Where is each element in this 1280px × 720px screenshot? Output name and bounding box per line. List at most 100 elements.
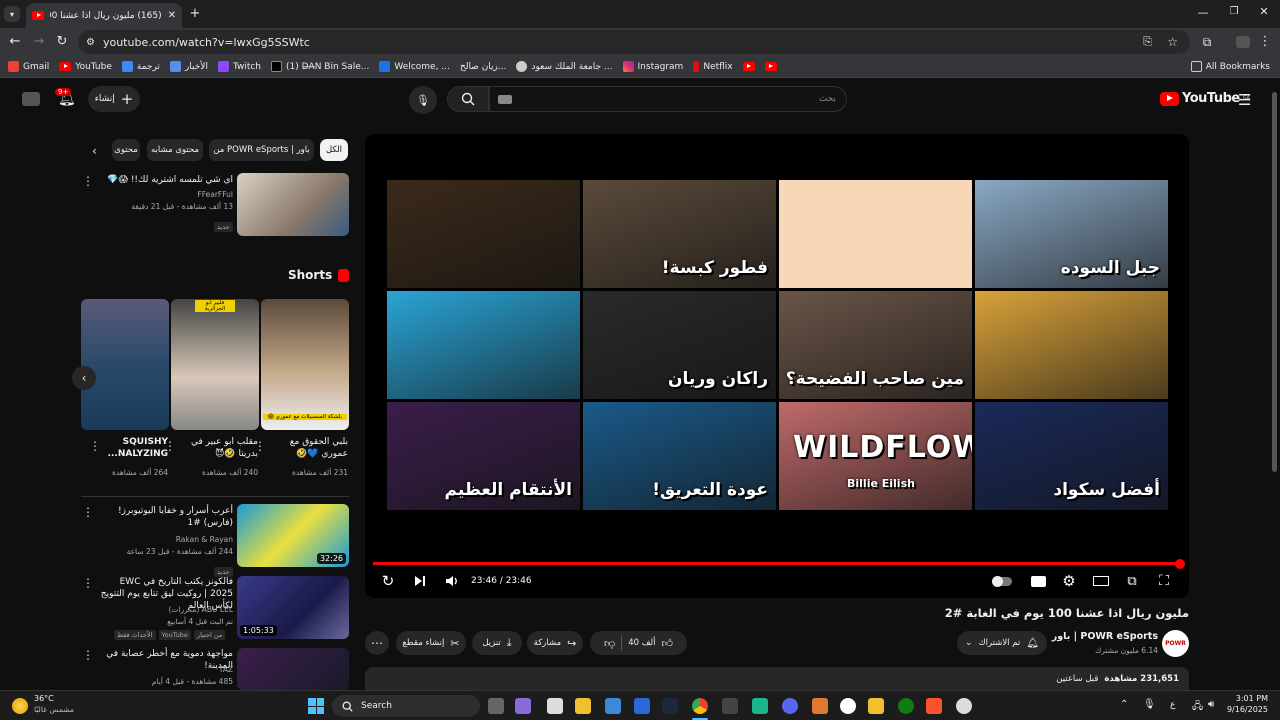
clip-button[interactable]: إنشاء مقطع ✂ [396,631,466,655]
bookmark-star-icon[interactable]: ☆ [1167,35,1178,49]
replay-icon[interactable]: ↻ [379,572,397,590]
bookmark-welcome[interactable]: Welcome, ... [379,61,450,72]
related-channel[interactable]: TAZ [100,664,233,675]
more-options-icon[interactable]: ⋮ [89,439,101,453]
app-icon[interactable] [547,698,563,714]
related-thumbnail[interactable]: 1:05:33 [237,576,349,639]
mic-icon[interactable]: 🎙︎ [1143,699,1156,710]
steam-icon[interactable] [662,698,678,714]
cast-icon[interactable]: ⧉ [1123,572,1141,590]
minimize-icon[interactable]: — [1196,6,1210,19]
forward-icon[interactable]: → [32,34,46,49]
end-screen-tile[interactable] [975,291,1168,399]
new-tab-icon[interactable]: + [188,6,202,21]
related-title[interactable]: اي شي تلمسه اشتريه لك!! 😱💎 [100,174,233,186]
related-channel[interactable]: FFearFFul [100,189,233,200]
clock-time[interactable]: 3:01 PM [1228,694,1268,703]
search-input[interactable]: بحث [489,86,847,112]
related-channel[interactable]: Rakan & Rayan [100,534,233,545]
search-button[interactable] [447,86,489,112]
short-title-1[interactable]: بلبي الحقوق مع عموري 💙🤣 [270,436,348,460]
download-button[interactable]: تنزيل ⤓ [472,631,522,655]
back-icon[interactable]: ← [8,34,22,49]
end-screen-tile[interactable]: عودة التعريق! [583,402,776,510]
autoplay-toggle[interactable] [991,572,1013,590]
restore-icon[interactable]: ❐ [1228,5,1240,17]
more-options-icon[interactable]: ⋮ [82,174,94,188]
short-thumbnail-2[interactable]: فلبير ابو الجزائرية [171,299,259,430]
bookmark-translate[interactable]: ترجمة [121,61,160,72]
fullscreen-icon[interactable]: ⛶ [1155,572,1173,590]
all-bookmarks[interactable]: All Bookmarks [1190,61,1270,72]
extensions-icon[interactable]: ⧉ [1200,35,1214,50]
filter-chip-all[interactable]: الكل [320,139,348,161]
like-icon[interactable]: 👍︎ [661,637,673,650]
chrome-icon[interactable] [692,698,708,714]
windows-start-icon[interactable] [308,698,324,714]
more-options-icon[interactable]: ⋮ [82,648,94,662]
file-explorer-icon[interactable] [575,698,591,714]
bookmark-ksu[interactable]: جامعة الملك سعود ... [516,61,613,72]
end-screen-tile[interactable]: مين صاحب الفضيحة؟ [779,291,972,399]
end-screen-tile[interactable]: جبل السوده [975,180,1168,288]
language-indicator[interactable]: ع [1170,700,1175,710]
related-thumbnail[interactable] [237,173,349,236]
bookmark-netflix[interactable]: Netflix [693,61,733,72]
theater-mode-icon[interactable] [1092,572,1110,590]
app-icon[interactable] [722,698,738,714]
bookmark-gmail[interactable]: Gmail [8,61,49,72]
task-view-icon[interactable] [488,698,504,714]
subscribed-button[interactable]: ⌄ تم الاشتراك 🔔︎ [957,631,1047,655]
filter-chip-content[interactable]: محتوى [112,139,140,161]
shorts-prev-button[interactable]: ‹ [72,366,96,390]
filter-chip-similar[interactable]: محتوى مشابه [147,139,203,161]
bookmark-yt-3[interactable] [764,62,777,71]
reload-icon[interactable]: ↻ [55,34,69,49]
end-screen-tile[interactable]: الأنتقام العظيم [387,402,580,510]
app-icon[interactable] [956,698,972,714]
volume-icon[interactable] [443,572,461,590]
description-box[interactable]: 231,651 مشاهدة قبل ساعتين [365,667,1189,690]
network-icon[interactable]: 🖧︎ [1192,699,1203,716]
short-title-3[interactable]: SQUISHY NALYZING... [100,436,168,460]
app-icon[interactable] [752,698,768,714]
page-scrollbar[interactable] [1270,78,1280,690]
end-screen-tile[interactable]: راكان وريان [583,291,776,399]
related-thumbnail[interactable]: 32:26 [237,504,349,567]
video-player[interactable]: فطور كبسة! جبل السوده راكان وريان مين صاحب … [365,134,1189,598]
close-tab-icon[interactable]: ✕ [168,10,176,21]
related-title[interactable]: أعرب أسرار و خفايا اليوتيوبرز! (فارس) #1 [100,505,233,529]
create-button[interactable]: إنشاء + [88,86,140,112]
short-thumbnail-1[interactable]: بلشكة السسبيلات مع عموري 😱 [261,299,349,430]
taskbar-search[interactable]: Search [332,695,480,717]
filter-chip-channel[interactable]: من POWR eSports | باور [209,139,314,161]
chevron-left-icon[interactable]: ‹ [92,144,97,158]
more-options-icon[interactable]: ⋮ [82,505,94,519]
bookmark-youtube[interactable]: YouTube [59,62,112,72]
photos-icon[interactable] [605,698,621,714]
youtube-logo[interactable]: YouTube SA [1160,91,1250,106]
discord-icon[interactable] [782,698,798,714]
progress-knob[interactable] [1175,558,1185,569]
brave-icon[interactable] [926,698,942,714]
bookmark-twitch[interactable]: Twitch [217,61,261,72]
share-button[interactable]: مشاركة ↪ [527,631,583,655]
end-screen-tile[interactable] [387,291,580,399]
bookmark-news[interactable]: الأخبار [169,61,208,72]
subtitles-icon[interactable] [1029,572,1047,590]
progress-bar[interactable] [373,558,1185,569]
bookmark-instagram[interactable]: Instagram [622,61,683,72]
end-screen-tile[interactable] [779,180,972,288]
browser-tab-active[interactable]: (165) مليون ريال اذا عشنا 100 يو ✕ [26,3,182,28]
weather-temp[interactable]: 36°C [34,694,54,703]
like-count[interactable]: 40 ألف [628,638,655,648]
app-icon[interactable] [812,698,828,714]
keyboard-icon[interactable] [498,95,512,104]
tray-chevron-up-icon[interactable]: ⌃ [1120,699,1128,710]
speaker-icon[interactable]: 🔊︎ [1208,699,1214,710]
end-screen-tile[interactable]: WILDFLOWER Billie Eilish [779,402,972,510]
bookmark-x[interactable]: (1) D̶A̶N Bin Sale... [271,61,369,72]
more-options-icon[interactable]: ⋮ [82,576,94,590]
short-thumbnail-3[interactable] [81,299,169,430]
settings-gear-icon[interactable]: ⚙ [1060,572,1078,590]
